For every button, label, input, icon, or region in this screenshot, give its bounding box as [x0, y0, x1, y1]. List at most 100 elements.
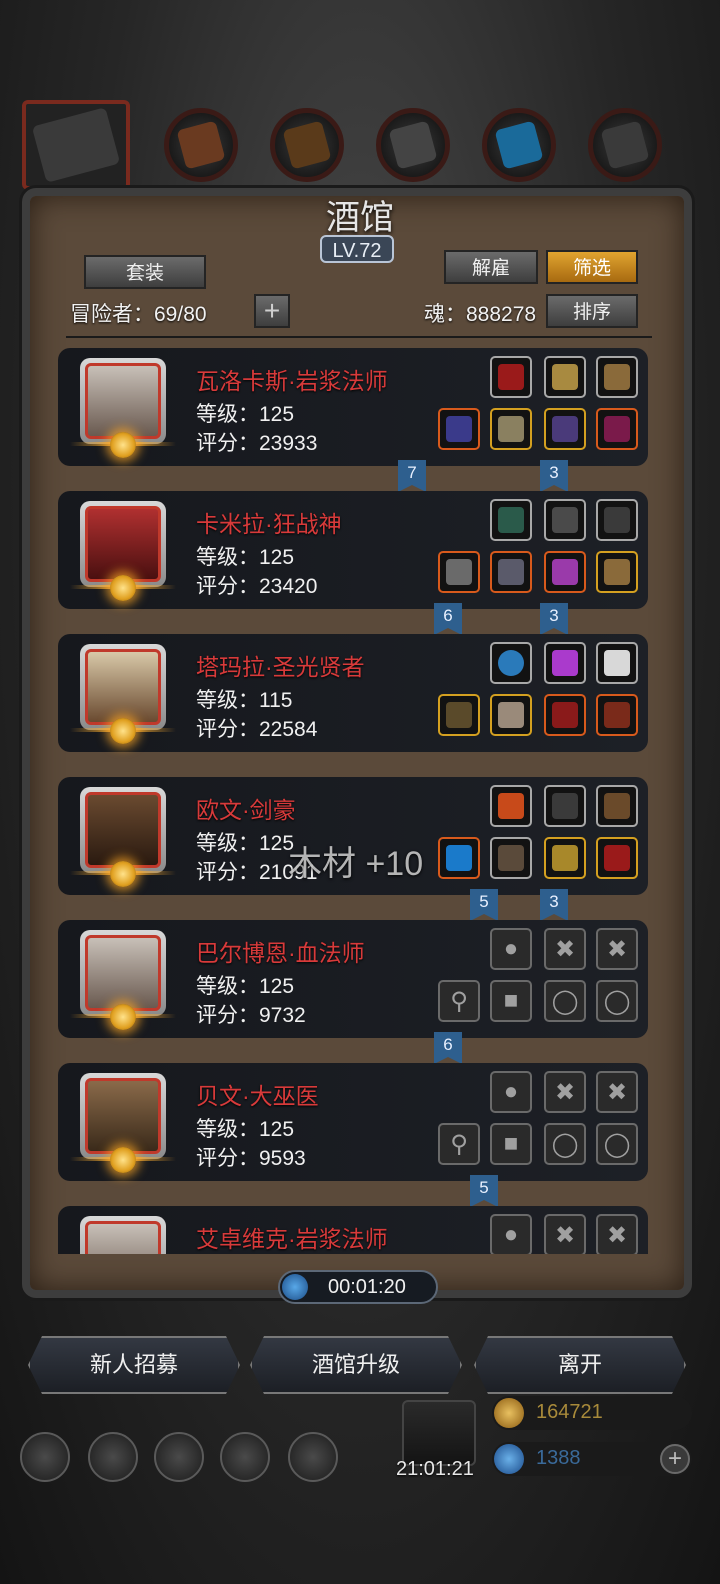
hero-portrait[interactable]	[80, 1216, 166, 1254]
equip-slot[interactable]	[490, 499, 532, 541]
empty-equip-slot[interactable]: ●	[490, 928, 532, 970]
dismiss-button[interactable]: 解雇	[444, 250, 538, 284]
empty-equip-slot[interactable]: ◯	[596, 1123, 638, 1165]
equip-slot[interactable]	[490, 785, 532, 827]
add-slot-button[interactable]: +	[254, 294, 290, 328]
hero-score: 评分：9732	[196, 1004, 306, 1027]
empty-equip-slot[interactable]: ◯	[544, 1123, 586, 1165]
empty-equip-slot[interactable]: ✖	[596, 1071, 638, 1113]
empty-equip-slot[interactable]: ■	[490, 1123, 532, 1165]
add-gems-button[interactable]: +	[660, 1444, 690, 1474]
equip-slot[interactable]	[544, 499, 586, 541]
equip-slot[interactable]	[438, 837, 480, 879]
empty-equip-slot[interactable]: ◯	[596, 980, 638, 1022]
hero-name: 欧文·剑豪	[196, 797, 296, 823]
category-wood-tab[interactable]	[270, 108, 344, 182]
empty-equip-slot[interactable]: ⚲	[438, 1123, 480, 1165]
recruit-button[interactable]: 新人招募	[28, 1336, 240, 1394]
armor-icon	[498, 559, 524, 585]
empty-equip-slot[interactable]: ✖	[596, 928, 638, 970]
leave-button[interactable]: 离开	[474, 1336, 686, 1394]
helmet-icon	[552, 845, 578, 871]
diamond-icon	[494, 1444, 524, 1474]
empty-equip-slot[interactable]: ◯	[544, 980, 586, 1022]
empty-equip-slot[interactable]: ✖	[596, 1214, 638, 1254]
equip-slot[interactable]	[490, 408, 532, 450]
sort-button[interactable]: 排序	[546, 294, 638, 328]
equip-slot[interactable]	[544, 408, 586, 450]
empty-equip-slot[interactable]: ✖	[544, 1214, 586, 1254]
upgrade-tavern-button[interactable]: 酒馆升级	[250, 1336, 462, 1394]
equip-slot[interactable]	[544, 694, 586, 736]
rank-emblem-icon	[110, 1004, 136, 1030]
hero-list[interactable]: 瓦洛卡斯·岩浆法师 等级：125 评分：23933 7 3 卡米拉·狂战神 等级…	[40, 340, 680, 1254]
bonus-flag: 3	[540, 889, 568, 921]
hero-card[interactable]: 艾卓维克·岩浆法师 ● ✖ ✖	[58, 1206, 648, 1254]
empty-equip-slot[interactable]: ●	[490, 1071, 532, 1113]
potion-icon	[552, 702, 578, 728]
equip-slot[interactable]	[490, 837, 532, 879]
gauntlet-icon	[604, 507, 630, 533]
tavern-level-badge: LV.72	[320, 235, 394, 263]
equip-slot[interactable]	[596, 551, 638, 593]
equip-slot[interactable]	[490, 551, 532, 593]
empty-equip-slot[interactable]: ■	[490, 980, 532, 1022]
category-armor-tab[interactable]	[164, 108, 238, 182]
category-stone-tab[interactable]	[376, 108, 450, 182]
category-tavern-tab[interactable]	[22, 100, 130, 190]
ring-icon	[604, 845, 630, 871]
hero-card[interactable]: 塔玛拉·圣光贤者 等级：115 评分：22584	[58, 634, 648, 752]
orb-icon	[498, 650, 524, 676]
mail-icon[interactable]	[220, 1432, 270, 1482]
fire-icon	[498, 793, 524, 819]
equip-slot[interactable]	[544, 837, 586, 879]
equip-slot[interactable]	[596, 356, 638, 398]
shield-icon[interactable]	[154, 1432, 204, 1482]
empty-equip-slot[interactable]: ●	[490, 1214, 532, 1254]
hero-level: 等级：125	[196, 403, 295, 426]
gift-box-icon[interactable]	[402, 1400, 476, 1466]
filter-button[interactable]: 筛选	[546, 250, 638, 284]
equip-slot[interactable]	[596, 408, 638, 450]
equip-slot[interactable]	[438, 551, 480, 593]
flame-icon: ●	[503, 935, 519, 962]
equip-slot[interactable]	[438, 408, 480, 450]
category-crystal-tab[interactable]	[482, 108, 556, 182]
equip-slot[interactable]	[438, 694, 480, 736]
cloak-icon	[552, 507, 578, 533]
equip-slot[interactable]	[596, 785, 638, 827]
armor-icon	[498, 845, 524, 871]
hero-card[interactable]: 贝文·大巫医 等级：125 评分：9593 ● ✖ ✖ ⚲ ■ ◯ ◯	[58, 1063, 648, 1181]
equip-slot[interactable]	[596, 642, 638, 684]
reward-floater: 木材 +10	[288, 845, 424, 883]
settings-icon[interactable]	[20, 1432, 70, 1482]
star-icon[interactable]	[88, 1432, 138, 1482]
flame-icon: ●	[503, 1078, 519, 1105]
equip-slot[interactable]	[490, 694, 532, 736]
gear-icon[interactable]	[288, 1432, 338, 1482]
hero-card[interactable]: 卡米拉·狂战神 等级：125 评分：23420	[58, 491, 648, 609]
crystal-icon	[552, 650, 578, 676]
hero-card[interactable]: 瓦洛卡斯·岩浆法师 等级：125 评分：23933	[58, 348, 648, 466]
equip-slot[interactable]	[544, 356, 586, 398]
equip-slot[interactable]	[544, 551, 586, 593]
stone-icon	[552, 793, 578, 819]
clock-icon	[282, 1274, 308, 1300]
empty-equip-slot[interactable]: ⚲	[438, 980, 480, 1022]
hourglass-icon: ✖	[606, 1078, 628, 1106]
empty-equip-slot[interactable]: ✖	[544, 928, 586, 970]
equip-slot[interactable]	[544, 785, 586, 827]
suit-button[interactable]: 套装	[84, 255, 206, 289]
equip-slot[interactable]	[596, 694, 638, 736]
equip-slot[interactable]	[596, 499, 638, 541]
equip-slot[interactable]	[596, 837, 638, 879]
hero-name: 贝文·大巫医	[196, 1083, 319, 1109]
equip-slot[interactable]	[490, 642, 532, 684]
hero-card[interactable]: 巴尔博恩·血法师 等级：125 评分：9732 ● ✖ ✖ ⚲ ■ ◯ ◯	[58, 920, 648, 1038]
empty-equip-slot[interactable]: ✖	[544, 1071, 586, 1113]
robe-icon	[498, 702, 524, 728]
equip-slot[interactable]	[544, 642, 586, 684]
category-iron-tab[interactable]	[588, 108, 662, 182]
stone-icon	[388, 120, 438, 170]
equip-slot[interactable]	[490, 356, 532, 398]
